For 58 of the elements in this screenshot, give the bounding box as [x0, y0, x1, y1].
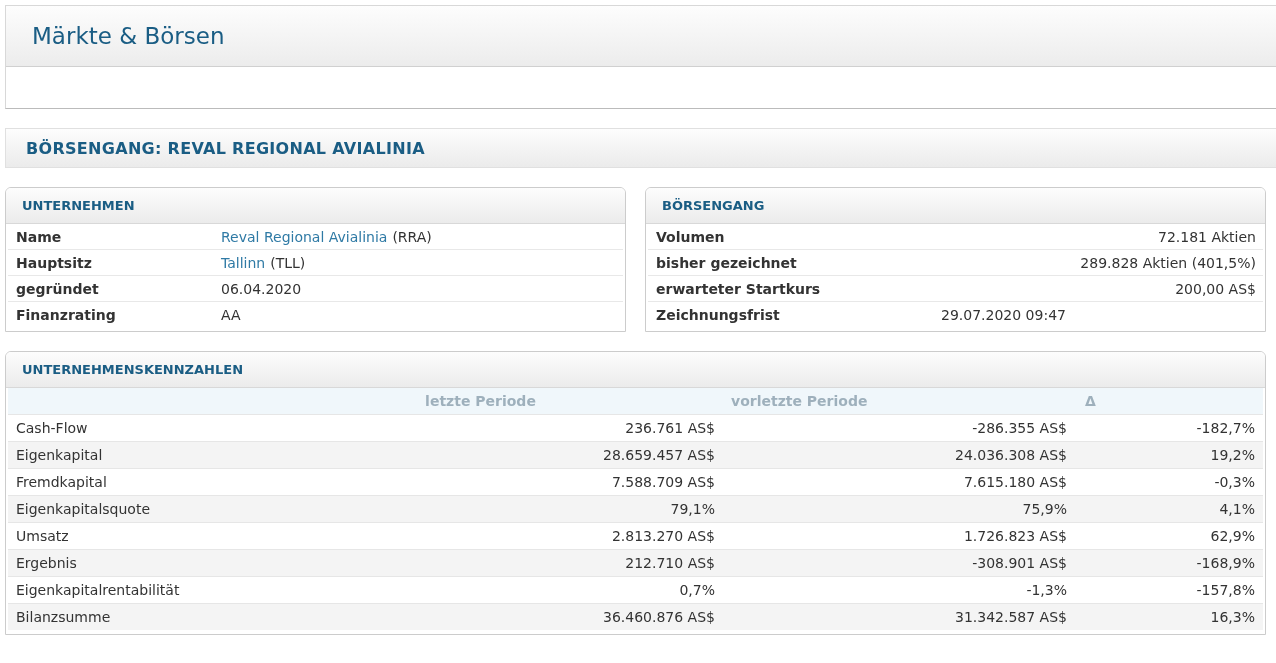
table-cell-text: 62,9% [1209, 528, 1256, 544]
table-cell-text: 212.710 AS$ [624, 555, 716, 571]
field-value: 289.828 Aktien (401,5%) [1080, 254, 1256, 271]
field-label: bisher gezeichnet [655, 254, 798, 271]
field-label: Finanzrating [15, 306, 117, 323]
table-cell-text: 24.036.308 AS$ [954, 447, 1068, 463]
table-cell-text: 236.761 AS$ [624, 420, 716, 436]
card-title: UNTERNEHMEN [22, 198, 135, 213]
field-value: 200,00 AS$ [1175, 280, 1256, 297]
column-header: Δ [1084, 393, 1097, 409]
table-cell-text: 28.659.457 AS$ [602, 447, 716, 463]
table-cell-text: 7.615.180 AS$ [962, 474, 1068, 490]
field-label: gegründet [15, 280, 100, 297]
table-cell-text: 0,7% [678, 582, 716, 598]
table-cell-text: 75,9% [1021, 501, 1068, 517]
card-title: BÖRSENGANG [662, 198, 765, 213]
company-link[interactable]: Reval Regional Avialinia [221, 228, 388, 245]
table-cell-text: Cash-Flow [15, 420, 89, 436]
column-header: vorletzte Periode [730, 393, 869, 409]
field-label: erwarteter Startkurs [655, 280, 822, 297]
table-cell-text: Eigenkapitalrentabilität [15, 582, 181, 598]
field-value: 06.04.2020 [221, 280, 302, 297]
table-cell-text: Bilanzsumme [15, 609, 112, 625]
field-label: Volumen [655, 228, 726, 245]
table-cell-text: -0,3% [1213, 474, 1256, 490]
table-cell-text: 1.726.823 AS$ [962, 528, 1068, 544]
table-cell-text: 79,1% [669, 501, 716, 517]
column-header: letzte Periode [424, 393, 537, 409]
field-value: (TLL) [270, 254, 306, 271]
field-value: 72.181 Aktien [1158, 228, 1256, 245]
table-cell-text: -286.355 AS$ [971, 420, 1068, 436]
table-cell-text: 19,2% [1209, 447, 1256, 463]
table-cell-text: -168,9% [1195, 555, 1256, 571]
table-cell-text: Eigenkapitalsquote [15, 501, 151, 517]
field-value: 29.07.2020 09:47 [941, 306, 1066, 323]
table-cell-text: 36.460.876 AS$ [602, 609, 716, 625]
table-cell-text: Fremdkapital [15, 474, 108, 490]
table-cell-text: -308.901 AS$ [971, 555, 1068, 571]
table-cell-text: Ergebnis [15, 555, 78, 571]
table-cell-text: 7.588.709 AS$ [610, 474, 716, 490]
field-value: AA [221, 306, 241, 323]
table-cell-text: 31.342.587 AS$ [954, 609, 1068, 625]
table-cell-text: 4,1% [1218, 501, 1256, 517]
field-label: Name [15, 228, 63, 245]
table-cell-text: -1,3% [1025, 582, 1068, 598]
field-label: Zeichnungsfrist [655, 306, 781, 323]
company-link[interactable]: Tallinn [221, 254, 266, 271]
table-cell-text: Eigenkapital [15, 447, 104, 463]
table-cell-text: -182,7% [1195, 420, 1256, 436]
table-cell-text: 16,3% [1209, 609, 1256, 625]
field-value: (RRA) [392, 228, 432, 245]
table-cell-text: Umsatz [15, 528, 70, 544]
section-title: BÖRSENGANG: REVAL REGIONAL AVIALINIA [26, 138, 425, 158]
card-title: UNTERNEHMENSKENNZAHLEN [22, 362, 244, 377]
table-cell-text: 2.813.270 AS$ [610, 528, 716, 544]
table-cell-text: -157,8% [1195, 582, 1256, 598]
field-label: Hauptsitz [15, 254, 93, 271]
page-title: Märkte & Börsen [32, 23, 225, 49]
